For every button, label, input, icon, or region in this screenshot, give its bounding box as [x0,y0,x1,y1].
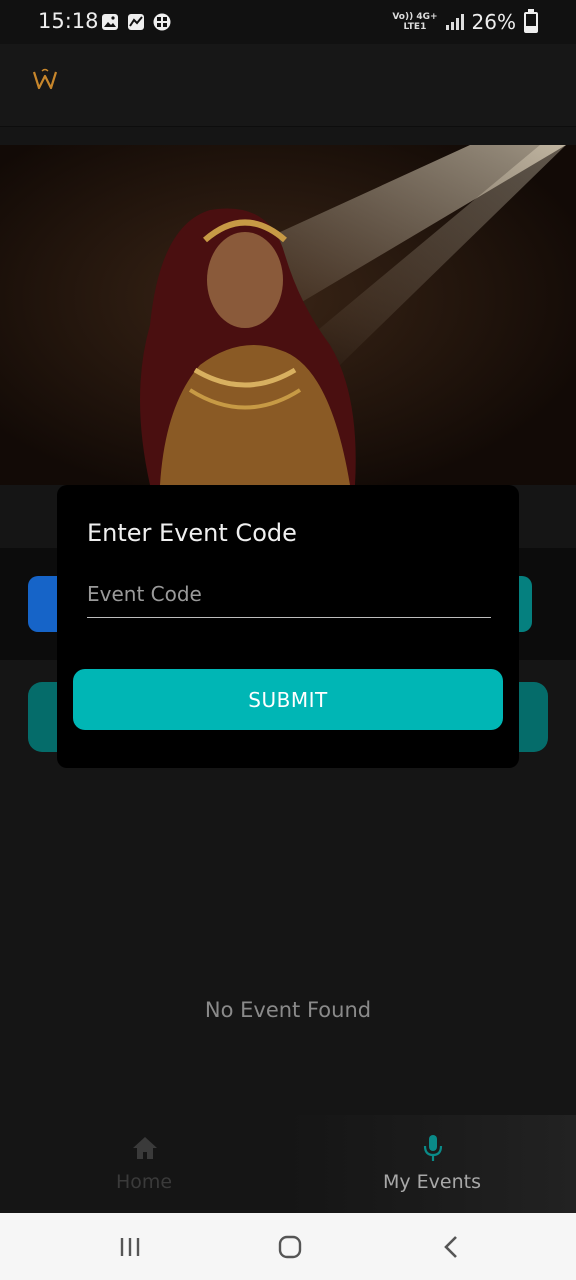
nav-item-my-events[interactable]: My Events [288,1115,576,1213]
gallery-notification-icon [102,14,118,30]
notification-icons [100,12,172,32]
empty-state-message: No Event Found [204,998,372,1022]
recent-apps-icon[interactable] [114,1231,146,1263]
network-top-label: Vo)) 4G+ [392,12,438,22]
home-system-icon[interactable] [274,1231,306,1263]
event-code-input[interactable] [87,571,491,618]
battery-fill [526,26,536,31]
home-icon [133,1137,157,1159]
submit-button[interactable]: SUBMIT [73,669,503,730]
back-icon[interactable] [436,1231,468,1263]
dialog-title: Enter Event Code [87,519,297,547]
bottom-navigation: Home My Events [0,1115,576,1213]
network-indicator: Vo)) 4G+ LTE1 [392,12,437,32]
wedding-logo-icon [32,68,58,90]
app-bar [0,44,576,127]
chart-notification-icon [128,14,144,30]
status-right: Vo)) 4G+ LTE1 26% [392,8,538,34]
status-time: 15:18 [38,9,99,33]
nav-item-home[interactable]: Home [0,1115,288,1213]
app-notification-icon [153,13,171,31]
battery-percent: 26% [471,10,516,34]
signal-icon [445,14,464,30]
mic-icon [423,1135,443,1161]
bride-photo [0,145,576,485]
hero-image [0,145,576,485]
system-navigation-bar [0,1213,576,1280]
nav-label-home: Home [115,1171,173,1193]
status-bar: 15:18 Vo)) 4G+ LTE1 26% [0,0,576,44]
battery-icon [524,8,538,33]
nav-label-my-events: My Events [382,1171,481,1193]
event-code-dialog: Enter Event Code SUBMIT [57,485,519,768]
network-bottom-label: LTE1 [403,22,427,32]
